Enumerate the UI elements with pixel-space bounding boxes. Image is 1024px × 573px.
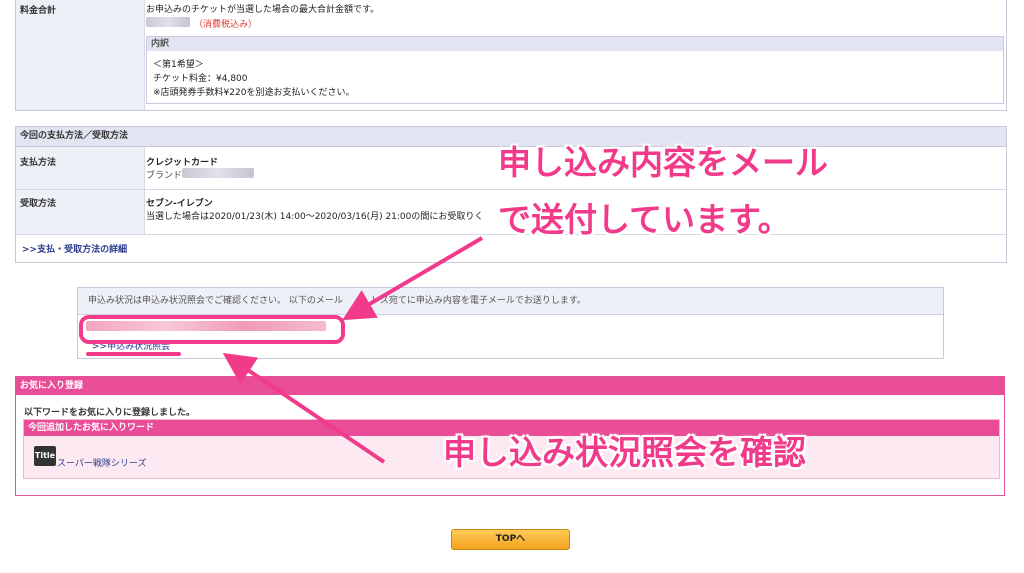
arrow-to-status-link xyxy=(222,353,386,464)
status-link-underline xyxy=(86,352,181,356)
email-highlight-ring xyxy=(79,315,345,344)
arrow-to-email xyxy=(342,236,484,321)
annotation-mail-line2: で送付しています。 xyxy=(498,200,791,239)
annotation-arrows xyxy=(222,236,484,464)
annotation-check: 申し込み状況照会を確認 xyxy=(443,433,806,472)
annotation-mail-line1: 申し込み内容をメール xyxy=(498,143,828,182)
